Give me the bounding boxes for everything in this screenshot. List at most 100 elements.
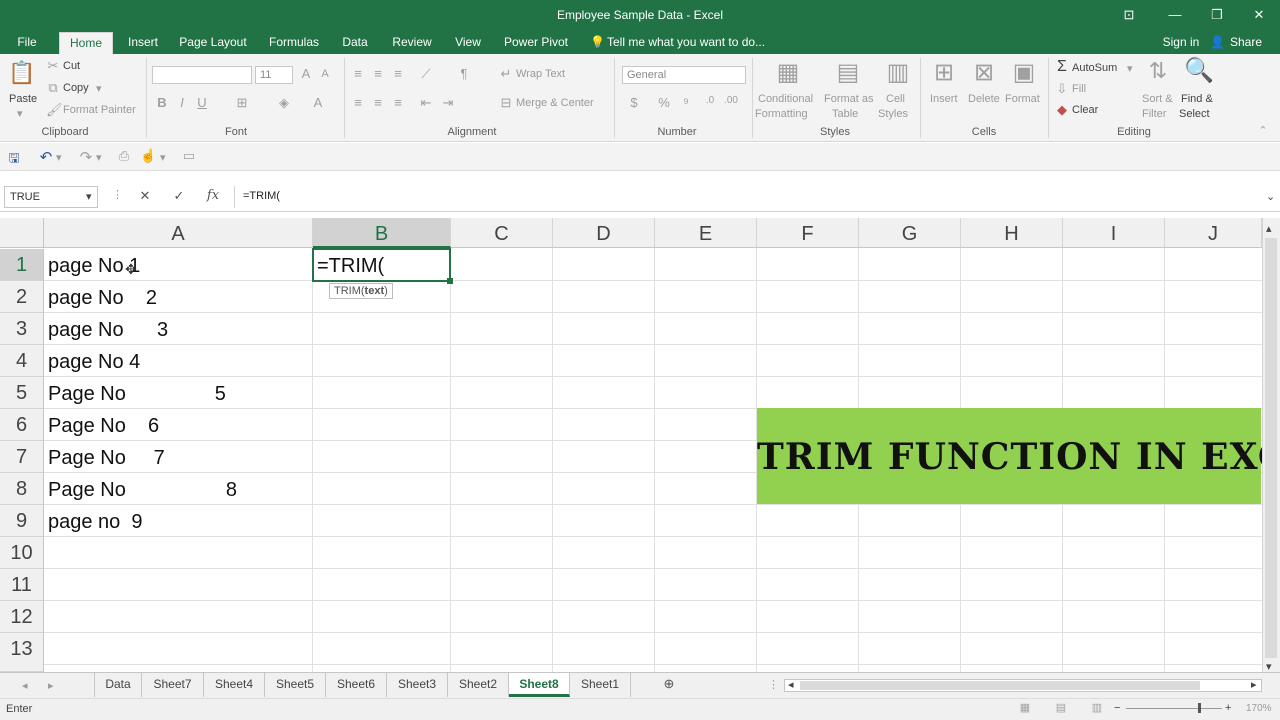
save-icon[interactable]: 🖫 (6, 149, 22, 171)
fill-button[interactable]: Fill (1072, 83, 1086, 95)
row-header-8[interactable]: 8 (0, 473, 44, 505)
vertical-scroll-thumb[interactable] (1265, 238, 1277, 658)
increase-decimal-icon[interactable]: .0 (702, 95, 718, 106)
autosum-icon[interactable]: Σ (1054, 58, 1070, 76)
merge-center-icon[interactable]: ⊟ (498, 95, 514, 111)
ribbon-display-options-icon[interactable]: ⊡ (1106, 0, 1152, 30)
font-color-icon[interactable]: A (310, 95, 326, 110)
cell-a9[interactable]: page no 9 (48, 505, 143, 537)
tab-power-pivot[interactable]: Power Pivot (500, 32, 572, 54)
align-right-icon[interactable]: ≡ (390, 95, 406, 110)
touch-dropdown-icon[interactable]: ▾ (160, 151, 166, 164)
italic-icon[interactable]: I (176, 95, 188, 110)
sheet-tab-sheet7[interactable]: Sheet7 (142, 673, 204, 697)
tab-file[interactable]: File (8, 32, 46, 54)
tab-insert[interactable]: Insert (122, 32, 164, 54)
clear-icon[interactable]: ◆ (1054, 102, 1070, 118)
scissors-icon[interactable]: ✂ (46, 58, 60, 74)
zoom-slider-thumb[interactable] (1198, 703, 1201, 713)
confirm-entry-icon[interactable]: ✓ (170, 188, 188, 204)
decrease-decimal-icon[interactable]: .00 (722, 95, 740, 106)
tab-formulas[interactable]: Formulas (265, 32, 323, 54)
cell-a7[interactable]: Page No 7 (48, 441, 165, 473)
bottom-align-icon[interactable]: ≡ (390, 66, 406, 81)
clear-button[interactable]: Clear (1072, 104, 1098, 116)
column-header-j[interactable]: J (1165, 218, 1262, 248)
currency-icon[interactable]: $ (626, 95, 642, 110)
find-select-label-2[interactable]: Select (1179, 108, 1210, 120)
cell-styles-icon[interactable]: ▥ (884, 58, 912, 87)
conditional-formatting-label[interactable]: Conditional (758, 93, 813, 105)
middle-align-icon[interactable]: ≡ (370, 66, 386, 81)
column-header-d[interactable]: D (553, 218, 655, 248)
redo-icon[interactable]: ↷ (78, 148, 94, 166)
scroll-right-icon[interactable]: ▸ (1251, 678, 1257, 691)
column-header-c[interactable]: C (451, 218, 553, 248)
tell-me-search[interactable]: Tell me what you want to do... (607, 32, 767, 54)
paste-button[interactable]: Paste (9, 93, 37, 105)
name-box[interactable]: TRUE (4, 186, 98, 208)
increase-indent-icon[interactable]: ⇥ (440, 95, 456, 111)
sign-in-link[interactable]: Sign in (1158, 32, 1204, 54)
share-button[interactable]: Share (1226, 32, 1266, 54)
function-tooltip[interactable]: TRIM(text) (329, 283, 393, 299)
borders-icon[interactable]: ⊞ (234, 95, 250, 111)
insert-cells-icon[interactable]: ⊞ (930, 58, 958, 87)
row-header-6[interactable]: 6 (0, 409, 44, 441)
font-size-select[interactable]: 11 (255, 66, 293, 84)
column-header-b[interactable]: B (313, 218, 451, 248)
close-icon[interactable]: ✕ (1236, 0, 1280, 30)
format-cells-button[interactable]: Format (1005, 93, 1040, 105)
row-header-3[interactable]: 3 (0, 313, 44, 345)
zoom-in-icon[interactable]: + (1225, 702, 1231, 714)
sheet-tab-sheet3[interactable]: Sheet3 (387, 673, 448, 697)
decrease-indent-icon[interactable]: ⇤ (418, 95, 434, 111)
cell-a3[interactable]: page No 3 (48, 313, 168, 345)
zoom-out-icon[interactable]: − (1114, 702, 1120, 714)
delete-cells-icon[interactable]: ⊠ (970, 58, 998, 87)
cell-a8[interactable]: Page No 8 (48, 473, 237, 505)
top-align-icon[interactable]: ≡ (350, 66, 366, 81)
column-header-g[interactable]: G (859, 218, 961, 248)
underline-icon[interactable]: U (196, 95, 208, 110)
find-select-icon[interactable]: 🔍 (1184, 56, 1214, 85)
row-header-13[interactable]: 13 (0, 633, 44, 672)
scroll-up-icon[interactable]: ▴ (1266, 222, 1272, 235)
scroll-left-icon[interactable]: ◂ (788, 678, 794, 691)
customize-qat-icon[interactable]: ▭ (180, 148, 198, 164)
zoom-slider[interactable] (1126, 708, 1222, 709)
conditional-formatting-label-2[interactable]: Formatting (755, 108, 808, 120)
bold-icon[interactable]: B (156, 95, 168, 110)
cancel-entry-icon[interactable]: ✕ (136, 188, 154, 204)
row-header-12[interactable]: 12 (0, 601, 44, 633)
align-left-icon[interactable]: ≡ (350, 95, 366, 110)
sheet-tab-sheet8[interactable]: Sheet8 (509, 673, 570, 697)
next-sheet-icon[interactable]: ▸ (48, 679, 54, 692)
format-as-table-icon[interactable]: ▤ (834, 58, 862, 87)
copy-dropdown-icon[interactable]: ▾ (96, 82, 102, 95)
tab-review[interactable]: Review (388, 32, 436, 54)
insert-function-icon[interactable]: fx (204, 188, 222, 203)
row-header-2[interactable]: 2 (0, 281, 44, 313)
cut-button[interactable]: Cut (63, 60, 80, 72)
copy-icon[interactable]: ⧉ (46, 80, 60, 96)
column-header-a[interactable]: A (44, 218, 313, 248)
sheet-tab-sheet5[interactable]: Sheet5 (265, 673, 326, 697)
fill-icon[interactable]: ⇩ (1054, 81, 1070, 97)
merge-center-button[interactable]: Merge & Center (516, 97, 594, 109)
format-as-table-label-2[interactable]: Table (832, 108, 858, 120)
sheet-tab-sheet4[interactable]: Sheet4 (204, 673, 265, 697)
tab-page-layout[interactable]: Page Layout (177, 32, 249, 54)
undo-icon[interactable]: ↶ (38, 148, 54, 166)
page-break-view-icon[interactable]: ▥ (1090, 701, 1104, 714)
row-header-9[interactable]: 9 (0, 505, 44, 537)
comma-icon[interactable]: ⁹ (678, 95, 694, 110)
sort-filter-icon[interactable]: ⇅ (1146, 58, 1170, 84)
autosum-button[interactable]: AutoSum (1072, 62, 1117, 74)
row-header-5[interactable]: 5 (0, 377, 44, 409)
formula-input[interactable]: =TRIM( (234, 186, 1274, 208)
rtl-icon[interactable]: ¶ (456, 66, 472, 81)
sheet-tab-sheet2[interactable]: Sheet2 (448, 673, 509, 697)
paste-icon[interactable]: 📋 (8, 60, 36, 90)
print-preview-icon[interactable]: ⎙ (116, 148, 132, 164)
